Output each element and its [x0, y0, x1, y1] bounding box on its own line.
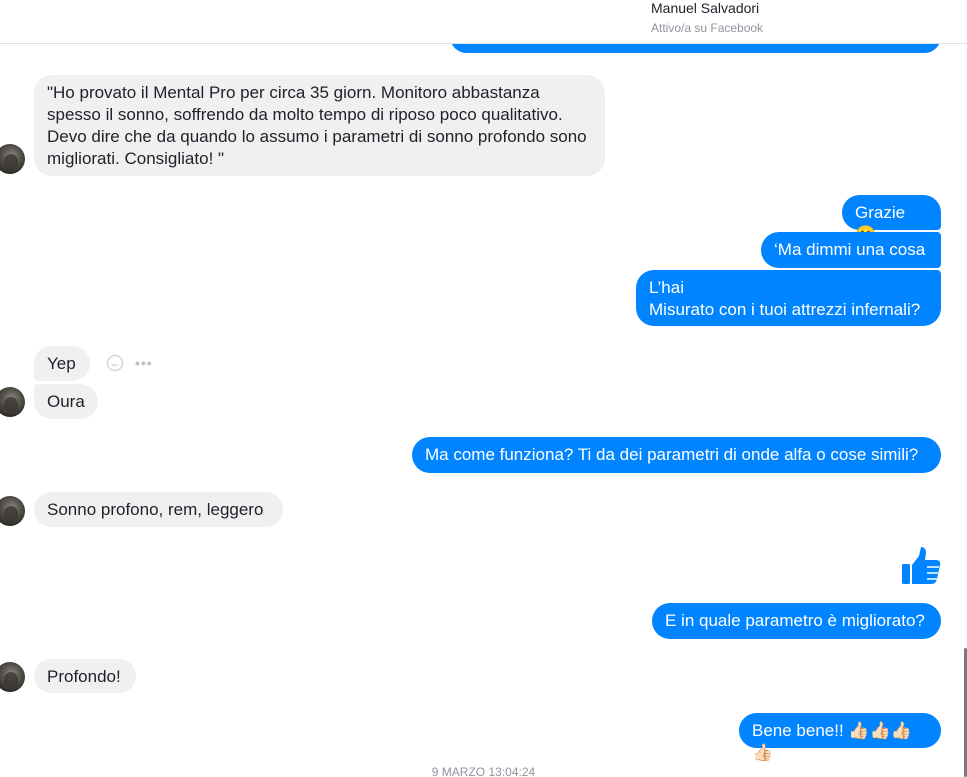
contact-name[interactable]: Manuel Salvadori	[651, 0, 759, 16]
conversation-timestamp: 9 MARZO 13:04:24	[431, 765, 536, 777]
outgoing-message-dimmi[interactable]: ‘Ma dimmi una cosa	[761, 232, 941, 268]
contact-status: Attivo/a su Facebook	[651, 21, 764, 35]
outgoing-message-funziona[interactable]: Ma come funziona? Ti da dei parametri di…	[412, 437, 941, 473]
incoming-message-oura[interactable]: Oura	[34, 384, 98, 419]
chat-window: Manuel Salvadori Attivo/a su Facebook "H…	[0, 0, 967, 777]
outgoing-message-grazie[interactable]: Grazie 🙂	[842, 195, 941, 244]
more-options-icon[interactable]: •••	[135, 356, 153, 370]
chat-header: Manuel Salvadori Attivo/a su Facebook	[0, 0, 967, 44]
thumbs-up-icon[interactable]	[900, 545, 942, 587]
outgoing-message-misurato[interactable]: L’hai Misurato con i tuoi attrezzi infer…	[636, 270, 941, 326]
outgoing-message-parametro[interactable]: E in quale parametro è migliorato?	[652, 603, 941, 639]
contact-avatar[interactable]	[0, 387, 25, 417]
outgoing-message-bene[interactable]: Bene bene!! 👍🏻👍🏻👍🏻👍🏻	[739, 713, 941, 762]
incoming-message-yep[interactable]: Yep	[34, 346, 90, 381]
incoming-message-review[interactable]: "Ho provato il Mental Pro per circa 35 g…	[34, 75, 605, 176]
smiley-react-icon[interactable]	[107, 355, 123, 371]
incoming-message-profondo[interactable]: Profondo!	[34, 659, 136, 693]
incoming-message-sonno[interactable]: Sonno profono, rem, leggero	[34, 492, 283, 527]
contact-avatar[interactable]	[0, 496, 25, 526]
contact-avatar[interactable]	[0, 144, 25, 174]
contact-avatar[interactable]	[0, 662, 25, 692]
